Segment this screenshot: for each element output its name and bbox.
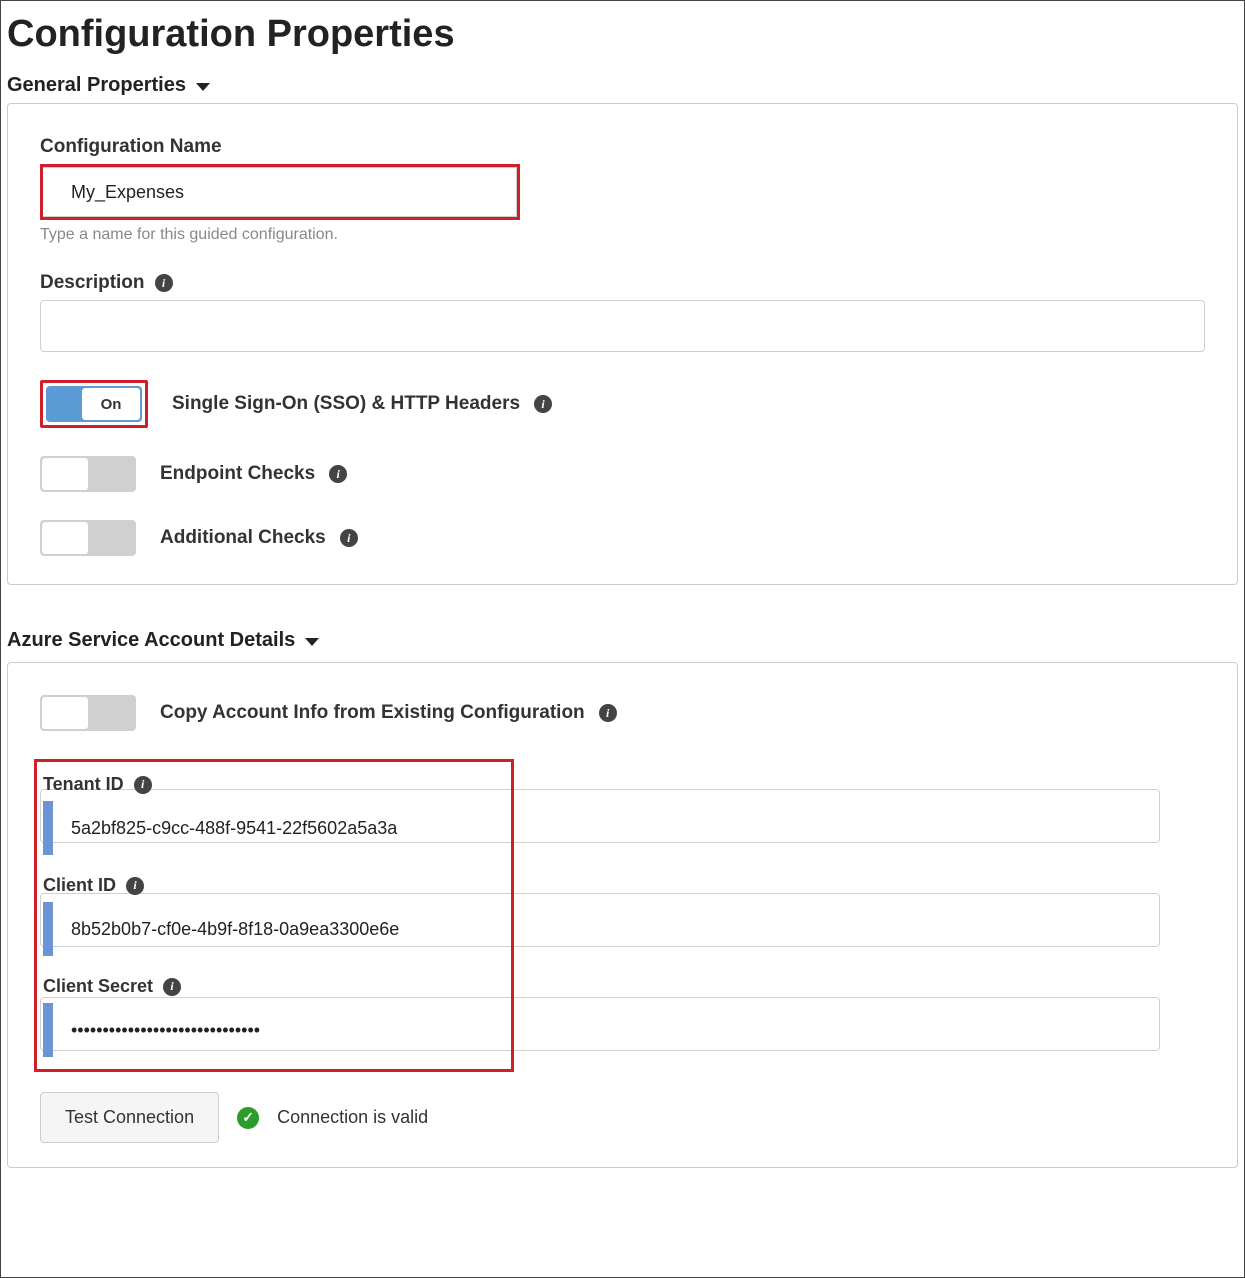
info-icon[interactable]: i	[599, 704, 617, 722]
description-input[interactable]	[40, 300, 1205, 352]
configuration-name-label: Configuration Name	[40, 136, 1205, 158]
info-icon[interactable]: i	[163, 978, 181, 996]
tenant-id-label: Tenant ID	[43, 774, 124, 795]
toggle-knob	[42, 697, 88, 729]
copy-account-toggle-label: Copy Account Info from Existing Configur…	[160, 702, 585, 724]
info-icon[interactable]: i	[340, 529, 358, 547]
endpoint-toggle-label: Endpoint Checks	[160, 463, 315, 485]
additional-toggle[interactable]	[40, 520, 136, 556]
check-circle-icon: ✓	[237, 1107, 259, 1129]
section-header-general-label: General Properties	[7, 74, 186, 97]
section-header-azure[interactable]: Azure Service Account Details	[7, 629, 1238, 652]
copy-account-toggle[interactable]	[40, 695, 136, 731]
sso-toggle-label: Single Sign-On (SSO) & HTTP Headers	[172, 393, 520, 415]
client-secret-label: Client Secret	[43, 976, 153, 997]
configuration-name-input[interactable]	[43, 167, 517, 217]
page-title: Configuration Properties	[7, 13, 1238, 56]
test-connection-button[interactable]: Test Connection	[40, 1092, 219, 1143]
client-secret-input[interactable]: ••••••••••••••••••••••••••••••	[43, 1003, 499, 1057]
section-header-general[interactable]: General Properties	[7, 74, 1238, 97]
description-label: Description i	[40, 272, 1205, 294]
configuration-name-helper: Type a name for this guided configuratio…	[40, 226, 1205, 244]
toggle-knob-on: On	[82, 388, 140, 420]
sso-toggle-highlight: On	[40, 380, 148, 428]
configuration-name-label-text: Configuration Name	[40, 136, 222, 158]
client-id-input[interactable]: 8b52b0b7-cf0e-4b9f-8f18-0a9ea3300e6e	[43, 902, 499, 956]
info-icon[interactable]: i	[134, 776, 152, 794]
panel-azure: Copy Account Info from Existing Configur…	[7, 662, 1238, 1168]
info-icon[interactable]: i	[534, 395, 552, 413]
section-header-azure-label: Azure Service Account Details	[7, 629, 295, 652]
sso-toggle[interactable]: On	[46, 386, 142, 422]
toggle-knob	[42, 522, 88, 554]
info-icon[interactable]: i	[155, 274, 173, 292]
info-icon[interactable]: i	[329, 465, 347, 483]
configuration-name-highlight	[40, 164, 520, 220]
toggle-knob	[42, 458, 88, 490]
additional-toggle-label: Additional Checks	[160, 527, 326, 549]
connection-status-text: Connection is valid	[277, 1107, 428, 1128]
azure-fields-highlight: Tenant ID i 5a2bf825-c9cc-488f-9541-22f5…	[34, 759, 514, 1072]
client-id-label: Client ID	[43, 875, 116, 896]
panel-general: Configuration Name Type a name for this …	[7, 103, 1238, 585]
caret-down-icon	[196, 83, 210, 91]
description-label-text: Description	[40, 272, 145, 294]
endpoint-toggle[interactable]	[40, 456, 136, 492]
caret-down-icon	[305, 638, 319, 646]
info-icon[interactable]: i	[126, 877, 144, 895]
tenant-id-input[interactable]: 5a2bf825-c9cc-488f-9541-22f5602a5a3a	[43, 801, 499, 855]
